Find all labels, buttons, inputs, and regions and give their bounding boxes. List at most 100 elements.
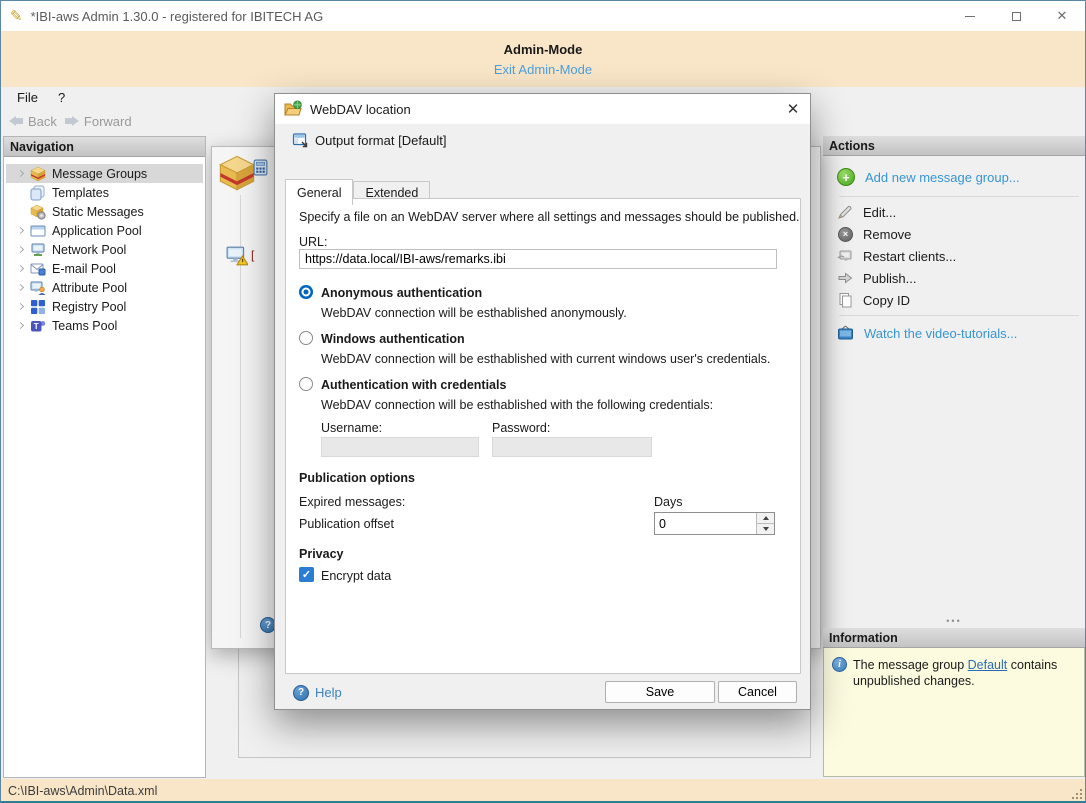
credentials-auth-description: WebDAV connection will be esthablished w… xyxy=(321,398,713,412)
admin-mode-title: Admin-Mode xyxy=(1,42,1085,57)
minimize-button[interactable] xyxy=(947,1,993,31)
close-icon: ✕ xyxy=(1057,8,1068,24)
username-input[interactable] xyxy=(321,437,479,457)
network-pool-icon xyxy=(29,242,46,258)
forward-arrow-icon xyxy=(65,116,79,126)
tab-general[interactable]: General xyxy=(285,179,353,205)
dialog-description: Specify a file on an WebDAV server where… xyxy=(299,210,800,224)
windows-auth-description: WebDAV connection will be esthablished w… xyxy=(321,352,770,366)
chevron-right-icon[interactable] xyxy=(12,304,29,309)
spin-down-button[interactable] xyxy=(757,523,774,534)
attribute-pool-icon xyxy=(29,280,46,296)
help-link[interactable]: ? Help xyxy=(293,685,342,701)
teams-pool-icon: T xyxy=(29,318,46,334)
menu-help[interactable]: ? xyxy=(48,88,75,107)
default-group-link[interactable]: Default xyxy=(968,658,1008,672)
info-icon: i xyxy=(832,657,847,672)
webdav-folder-icon xyxy=(284,100,302,118)
publication-options-header: Publication options xyxy=(299,471,415,485)
forward-button[interactable]: Forward xyxy=(65,114,132,129)
remove-icon: × xyxy=(838,227,853,242)
resize-grip[interactable] xyxy=(1070,787,1082,799)
url-input[interactable] xyxy=(299,249,777,269)
radio-windows-auth[interactable] xyxy=(299,331,313,345)
svg-text:T: T xyxy=(33,322,38,331)
nav-item-registry-pool[interactable]: Registry Pool xyxy=(6,297,203,316)
chevron-right-icon[interactable] xyxy=(12,266,29,271)
radio-anonymous-auth[interactable] xyxy=(299,285,313,299)
title-bar: ✎ *IBI-aws Admin 1.30.0 - registered for… xyxy=(1,1,1085,31)
navigation-header: Navigation xyxy=(4,137,205,157)
days-label: Days xyxy=(654,495,682,509)
nav-item-message-groups[interactable]: Message Groups xyxy=(6,164,203,183)
spin-up-icon xyxy=(763,516,769,520)
information-panel: ••• Information i The message group Defa… xyxy=(823,616,1085,777)
nav-item-network-pool[interactable]: Network Pool xyxy=(6,240,203,259)
dialog-footer: ? Help Save Cancel xyxy=(275,674,810,711)
windows-auth-label[interactable]: Windows authentication xyxy=(321,332,465,346)
admin-mode-banner: Admin-Mode Exit Admin-Mode xyxy=(1,31,1085,87)
action-watch-video-tutorials[interactable]: Watch the video-tutorials... xyxy=(823,320,1085,346)
anonymous-auth-description: WebDAV connection will be esthablished a… xyxy=(321,306,627,320)
publication-offset-label: Publication offset xyxy=(299,517,394,531)
separator xyxy=(839,315,1079,316)
chevron-right-icon[interactable] xyxy=(12,247,29,252)
application-pool-icon xyxy=(29,223,46,239)
chevron-right-icon[interactable] xyxy=(12,228,29,233)
action-edit[interactable]: Edit... xyxy=(823,201,1085,223)
maximize-button[interactable] xyxy=(993,1,1039,31)
back-button[interactable]: Back xyxy=(9,114,57,129)
exit-admin-mode-link[interactable]: Exit Admin-Mode xyxy=(494,62,592,77)
copy-icon xyxy=(837,292,853,308)
splitter-handle[interactable]: ••• xyxy=(823,616,1085,628)
dialog-title: WebDAV location xyxy=(310,102,411,117)
status-bar: C:\IBI-aws\Admin\Data.xml xyxy=(1,779,1085,802)
url-label: URL: xyxy=(299,235,327,249)
action-publish[interactable]: Publish... xyxy=(823,267,1085,289)
chevron-right-icon[interactable] xyxy=(12,171,29,176)
menu-file[interactable]: File xyxy=(7,88,48,107)
tv-icon xyxy=(837,325,854,341)
output-format-row: Output format [Default] xyxy=(292,132,447,148)
nav-item-teams-pool[interactable]: T Teams Pool xyxy=(6,316,203,335)
window-title: *IBI-aws Admin 1.30.0 - registered for I… xyxy=(31,9,324,24)
encrypt-data-label[interactable]: Encrypt data xyxy=(321,569,391,583)
cancel-button[interactable]: Cancel xyxy=(718,681,797,703)
nav-item-static-messages[interactable]: Static Messages xyxy=(6,202,203,221)
credentials-auth-label[interactable]: Authentication with credentials xyxy=(321,378,506,392)
actions-header: Actions xyxy=(823,136,1085,156)
encrypt-data-checkbox[interactable]: ✓ xyxy=(299,567,314,582)
information-header: Information xyxy=(823,628,1085,648)
webdav-location-dialog: WebDAV location ✕ Output format [Default… xyxy=(274,93,811,710)
edit-pencil-icon xyxy=(837,204,853,220)
close-button[interactable]: ✕ xyxy=(1039,1,1085,31)
nav-item-application-pool[interactable]: Application Pool xyxy=(6,221,203,240)
dialog-close-icon[interactable]: ✕ xyxy=(776,100,810,118)
action-restart-clients[interactable]: Restart clients... xyxy=(823,245,1085,267)
save-button[interactable]: Save xyxy=(605,681,715,703)
action-add-new-message-group[interactable]: + Add new message group... xyxy=(823,162,1085,192)
nav-item-attribute-pool[interactable]: Attribute Pool xyxy=(6,278,203,297)
privacy-header: Privacy xyxy=(299,547,343,561)
static-messages-icon xyxy=(29,204,46,220)
publish-icon xyxy=(837,270,853,286)
message-groups-icon xyxy=(29,166,46,182)
anonymous-auth-label[interactable]: Anonymous authentication xyxy=(321,286,482,300)
nav-item-email-pool[interactable]: E-mail Pool xyxy=(6,259,203,278)
action-remove[interactable]: × Remove xyxy=(823,223,1085,245)
publication-offset-input[interactable] xyxy=(655,513,756,534)
spin-up-button[interactable] xyxy=(757,513,774,523)
output-format-icon xyxy=(292,132,308,148)
message-group-large-icon xyxy=(218,154,256,192)
monitor-warning-icon xyxy=(226,245,248,267)
nav-item-templates[interactable]: Templates xyxy=(6,183,203,202)
chevron-right-icon[interactable] xyxy=(12,285,29,290)
email-pool-icon xyxy=(29,261,46,277)
username-label: Username: xyxy=(321,421,382,435)
minimize-icon xyxy=(965,16,975,17)
chevron-right-icon[interactable] xyxy=(12,323,29,328)
templates-icon xyxy=(29,185,46,201)
radio-credentials-auth[interactable] xyxy=(299,377,313,391)
action-copy-id[interactable]: Copy ID xyxy=(823,289,1085,311)
password-input[interactable] xyxy=(492,437,652,457)
